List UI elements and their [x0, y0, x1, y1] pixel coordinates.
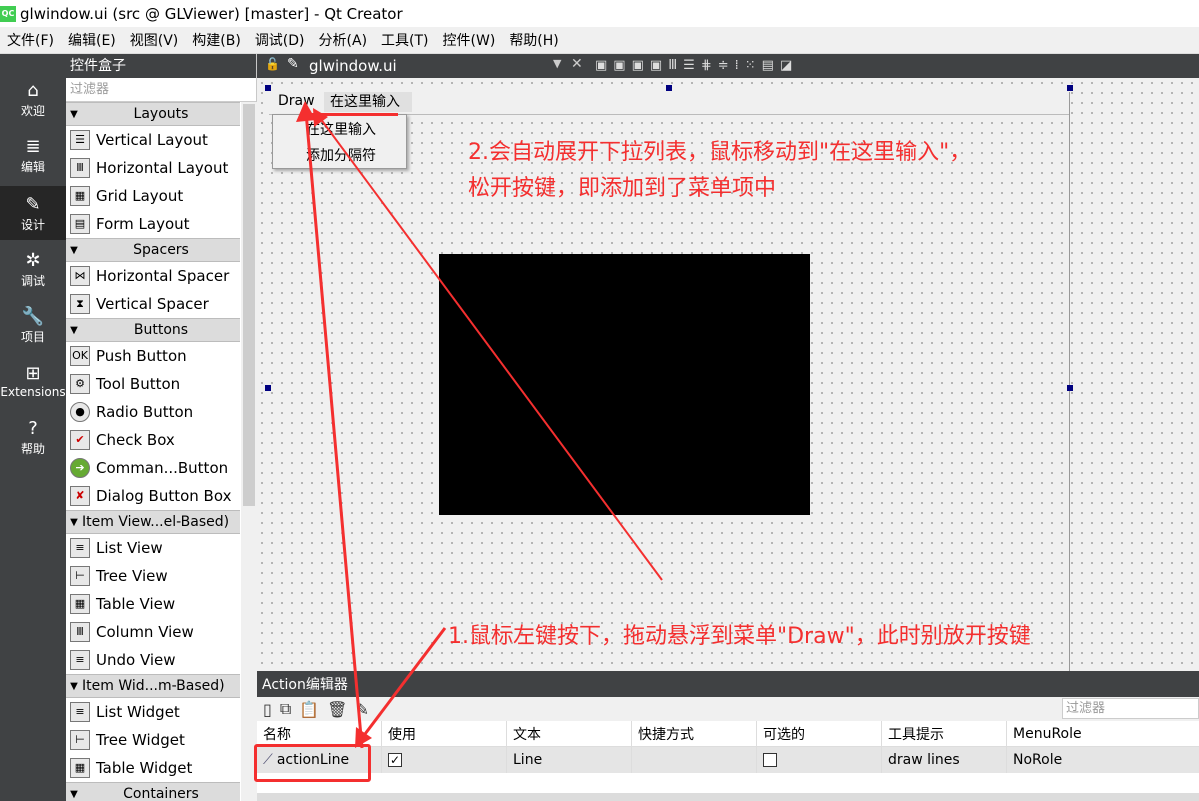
annotation-arrowhead: [296, 101, 316, 122]
annotation-arrow-line: [360, 627, 447, 739]
annotation-drag-line: [304, 111, 364, 749]
annotation-step2-line2: 松开按键，即添加到了菜单项中: [468, 176, 777, 201]
annotation-arrows: [296, 101, 663, 749]
annotation-step1: 1.鼠标左键按下，拖动悬浮到菜单"Draw"，此时别放开按键: [448, 624, 1031, 649]
annotation-step2-line1: 2.会自动展开下拉列表，鼠标移动到"在这里输入"，: [468, 140, 972, 165]
